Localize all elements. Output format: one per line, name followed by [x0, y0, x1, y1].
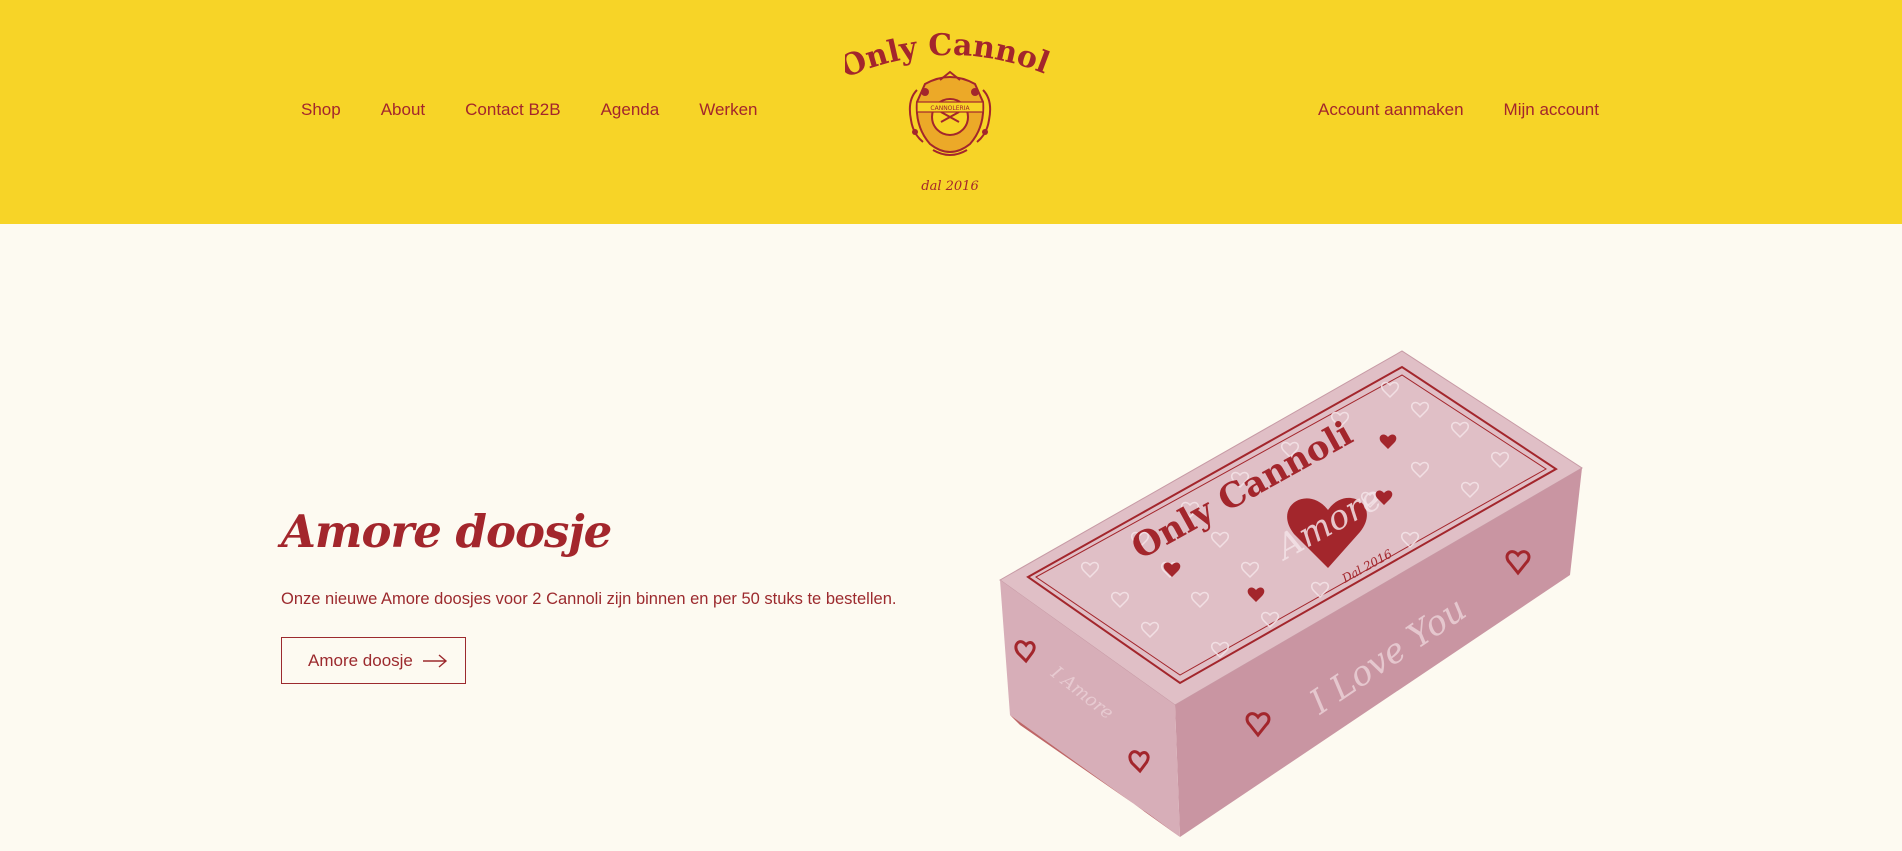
nav-account-aanmaken[interactable]: Account aanmaken — [1318, 100, 1464, 120]
hero-title: Amore doosje — [281, 505, 612, 558]
hero-button-label: Amore doosje — [308, 650, 413, 670]
site-logo[interactable]: Only Cannoli CANNOLERIA dal 2016 — [835, 0, 1055, 202]
logo-tagline: dal 2016 — [921, 179, 978, 194]
only-cannoli-crest-logo: Only Cannoli CANNOLERIA dal 2016 — [835, 0, 1054, 194]
logo-wordmark: Only Cannoli — [835, 0, 1054, 85]
nav-about[interactable]: About — [381, 100, 425, 120]
main-nav: Shop About Contact B2B Agenda Werken — [301, 100, 757, 120]
account-nav: Account aanmaken Mijn account — [1318, 100, 1599, 120]
nav-mijn-account[interactable]: Mijn account — [1504, 100, 1599, 120]
amore-doosje-button[interactable]: Amore doosje — [281, 637, 466, 684]
nav-agenda[interactable]: Agenda — [601, 100, 660, 120]
nav-shop[interactable]: Shop — [301, 100, 341, 120]
arrow-right-icon — [422, 653, 447, 668]
logo-crest-banner: CANNOLERIA — [930, 105, 970, 112]
amore-box-image: Only Cannoli Amore Dal 2016 I Love You I… — [990, 345, 1590, 840]
hero-description: Onze nieuwe Amore doosjes voor 2 Cannoli… — [281, 590, 897, 608]
svg-text:Only Cannoli: Only Cannoli — [845, 22, 1054, 85]
nav-contact-b2b[interactable]: Contact B2B — [465, 100, 560, 120]
nav-werken[interactable]: Werken — [699, 100, 757, 120]
site-header: Shop About Contact B2B Agenda Werken Onl… — [0, 0, 1902, 224]
